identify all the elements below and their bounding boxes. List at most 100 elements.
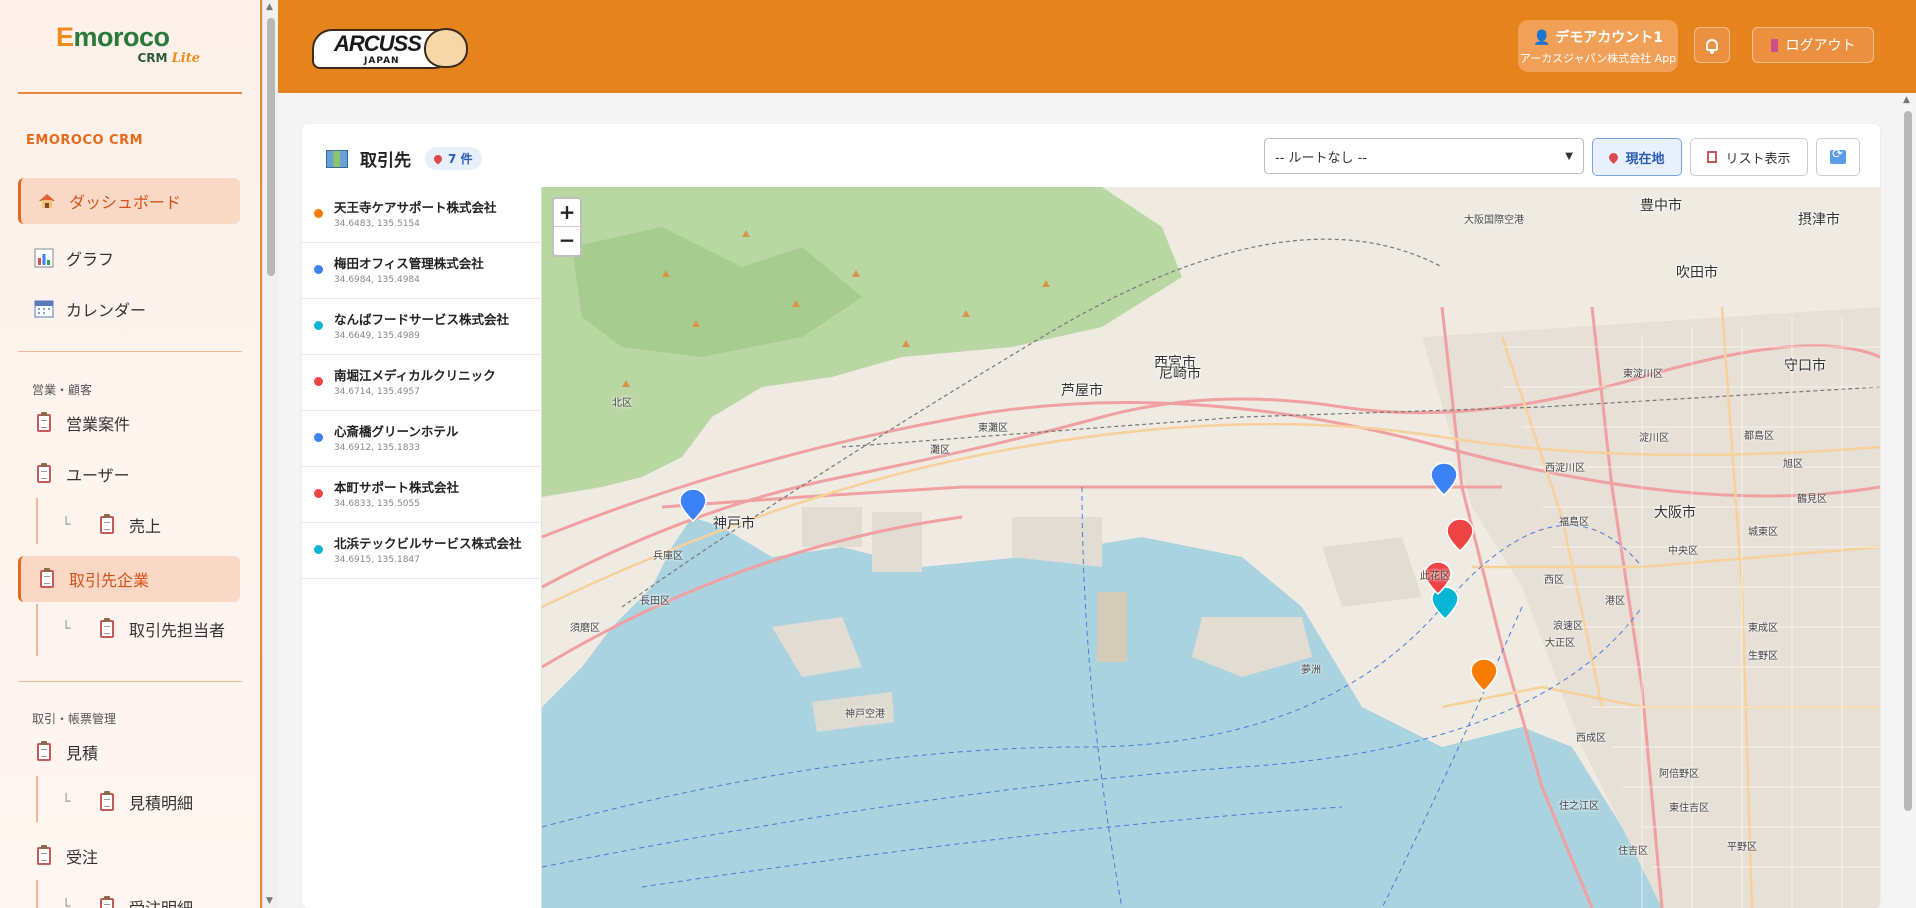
sidebar: Emoroco CRM Lite EMOROCO CRM ダッシュボード グラフ… (0, 0, 262, 908)
map-place-label: 神戸空港 (845, 709, 885, 720)
page-title: 取引先 (360, 151, 411, 171)
client-name: 本町サポート株式会社 (334, 480, 460, 495)
client-coords: 34.6483, 135.5154 (334, 219, 420, 229)
sidebar-item-users[interactable]: ユーザー (18, 451, 240, 497)
map-place-label: 西淀川区 (1545, 463, 1585, 474)
list-item[interactable]: 梅田オフィス管理株式会社 34.6984, 135.4984 (302, 243, 541, 299)
scroll-up-icon[interactable]: ▲ (266, 2, 273, 12)
scrollbar-thumb[interactable] (1904, 111, 1912, 811)
group-label-sales: 営業・顧客 (32, 383, 93, 397)
tree-elbow-icon: └ (62, 899, 71, 908)
main-scrollbar[interactable]: ▲ (1900, 93, 1916, 908)
map-place-label: 阿倍野区 (1659, 769, 1699, 780)
arcuss-logo[interactable]: ARCUSS JAPAN (302, 26, 468, 72)
emoroco-logo[interactable]: Emoroco CRM Lite (56, 22, 206, 66)
map-place-label: 東灘区 (978, 423, 1008, 434)
client-coords: 34.6915, 135.1847 (334, 555, 420, 565)
map-place-label: 摂津市 (1798, 212, 1840, 228)
sidebar-item-estimate-detail[interactable]: └ 見積明細 (18, 779, 240, 825)
bell-icon (1706, 39, 1718, 54)
client-name: 心斎橋グリーンホテル (334, 424, 459, 439)
list-item[interactable]: 北浜テックビルサービス株式会社 34.6915, 135.1847 (302, 523, 541, 579)
zoom-in-button[interactable]: + (554, 199, 580, 227)
client-name: 南堀江メディカルクリニック (334, 368, 496, 383)
client-coords: 34.6833, 135.5055 (334, 499, 420, 509)
user-account-box[interactable]: 👤 デモアカウント1 アーカスジャパン株式会社 App (1518, 20, 1678, 72)
bar-chart-icon (34, 248, 54, 268)
route-select[interactable]: -- ルートなし -- ▼ (1264, 138, 1584, 174)
list-item[interactable]: 本町サポート株式会社 34.6833, 135.5055 (302, 467, 541, 523)
clipboard-icon (100, 618, 114, 638)
pin-icon (432, 152, 444, 165)
map-place-label: 淀川区 (1639, 433, 1669, 444)
zoom-out-button[interactable]: − (554, 227, 580, 255)
map-place-label: 東成区 (1748, 623, 1778, 634)
client-coords: 34.6649, 135.4989 (334, 331, 420, 341)
sidebar-item-estimate[interactable]: 見積 (18, 729, 240, 775)
client-name: 梅田オフィス管理株式会社 (334, 256, 484, 271)
chevron-down-icon: ▼ (1565, 150, 1573, 162)
status-dot (314, 545, 323, 554)
sidebar-item-order[interactable]: 受注 (18, 833, 240, 879)
count-badge: 7 件 (425, 147, 482, 170)
map-place-label: 豊中市 (1640, 198, 1682, 214)
user-icon: 👤 (1532, 30, 1551, 46)
list-item[interactable]: 天王寺ケアサポート株式会社 34.6483, 135.5154 (302, 187, 541, 243)
map-place-label: 尼崎市 (1159, 366, 1201, 382)
map-place-label: 西区 (1544, 575, 1564, 586)
clipboard-icon (100, 791, 114, 811)
zoom-control: + − (552, 197, 582, 257)
list-item[interactable]: 心斎橋グリーンホテル 34.6912, 135.1833 (302, 411, 541, 467)
map-place-label: 港区 (1605, 596, 1625, 607)
status-dot (314, 489, 323, 498)
scroll-up-icon[interactable]: ▲ (1903, 95, 1910, 105)
sidebar-item-deals[interactable]: 営業案件 (18, 400, 240, 446)
list-item[interactable]: 南堀江メディカルクリニック 34.6714, 135.4957 (302, 355, 541, 411)
map-place-label: 芦屋市 (1061, 383, 1103, 399)
map-place-label: 住之江区 (1559, 801, 1599, 812)
tree-elbow-icon: └ (62, 794, 71, 810)
sidebar-item-order-detail[interactable]: └ 受注明細 (18, 884, 240, 908)
scroll-down-icon[interactable]: ▼ (266, 896, 273, 906)
client-list: 天王寺ケアサポート株式会社 34.6483, 135.5154 梅田オフィス管理株式… (302, 187, 542, 908)
status-dot (314, 377, 323, 386)
map-place-label: 灘区 (930, 445, 950, 456)
refresh-icon (1830, 147, 1846, 164)
map-place-label: 守口市 (1784, 358, 1826, 374)
sidebar-item-sales[interactable]: └ 売上 (18, 502, 240, 548)
group-label-docs: 取引・帳票管理 (32, 712, 117, 726)
clipboard-icon (40, 568, 54, 588)
map-place-label: 吹田市 (1676, 265, 1718, 281)
list-view-button[interactable]: リスト表示 (1690, 138, 1808, 176)
map-place-label: 都島区 (1744, 431, 1774, 442)
list-item[interactable]: なんばフードサービス株式会社 34.6649, 135.4989 (302, 299, 541, 355)
clipboard-icon (37, 845, 51, 865)
pin-icon (1607, 150, 1621, 164)
client-coords: 34.6912, 135.1833 (334, 443, 420, 453)
map-place-label: 旭区 (1783, 459, 1803, 470)
client-coords: 34.6714, 135.4957 (334, 387, 420, 397)
status-dot (314, 321, 323, 330)
mascot-icon (424, 28, 468, 68)
sidebar-item-dashboard[interactable]: ダッシュボード (18, 178, 240, 224)
status-dot (314, 433, 323, 442)
logout-button[interactable]: ログアウト (1752, 27, 1874, 63)
map-place-label: 須磨区 (570, 623, 600, 634)
sidebar-item-graph[interactable]: グラフ (18, 235, 240, 281)
clipboard-icon (1707, 151, 1718, 163)
tree-elbow-icon: └ (62, 517, 71, 533)
map-place-label: 浪速区 (1553, 621, 1583, 632)
map-place-label: 東住吉区 (1669, 803, 1709, 814)
current-location-button[interactable]: 現在地 (1592, 138, 1682, 176)
sidebar-scrollbar[interactable]: ▲ ▼ (262, 0, 278, 908)
notification-button[interactable] (1694, 27, 1730, 63)
refresh-button[interactable] (1816, 138, 1860, 176)
sidebar-item-contacts[interactable]: └ 取引先担当者 (18, 606, 240, 652)
map-place-label: 兵庫区 (653, 551, 683, 562)
scrollbar-thumb[interactable] (267, 18, 275, 276)
sidebar-item-clients[interactable]: 取引先企業 (18, 556, 240, 602)
status-dot (314, 209, 323, 218)
map-view[interactable]: 西宮市 尼崎市 芦屋市 神戸市 大阪市 吹田市 豊中市 摂津市 守口市 東灘区 灘区 北区 中央区 兵庫区… (542, 187, 1880, 908)
map-place-label: 大阪国際空港 (1464, 215, 1524, 226)
sidebar-item-calendar[interactable]: カレンダー (18, 286, 240, 332)
